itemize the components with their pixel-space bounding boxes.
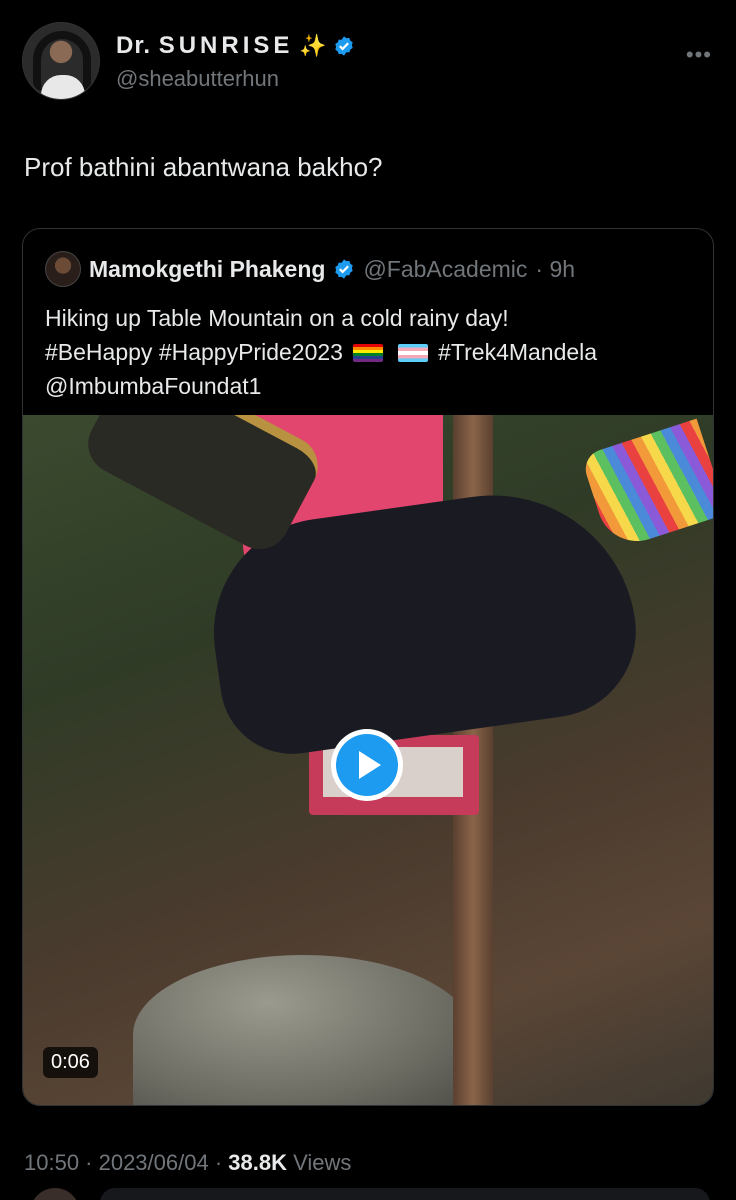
more-options-icon[interactable]: ••• xyxy=(686,42,712,68)
quoted-tweet-header: Mamokgethi Phakeng @FabAcademic · 9h xyxy=(45,251,575,287)
tweet-timestamp[interactable]: 10:50 · 2023/06/04 · xyxy=(24,1150,222,1175)
quoted-author-handle[interactable]: @FabAcademic xyxy=(363,256,527,283)
transgender-flag-icon xyxy=(397,344,428,362)
tweet-header: Dr. SUNRISE ✨ @sheabutterhun ••• xyxy=(22,22,716,102)
verified-badge-icon[interactable] xyxy=(333,258,355,280)
video-scene-rock xyxy=(133,955,473,1105)
author-name-row[interactable]: Dr. SUNRISE ✨ xyxy=(116,32,355,60)
quoted-tweet-age: · 9h xyxy=(535,255,576,282)
hashtag-link[interactable]: #Trek4Mandela xyxy=(438,339,597,365)
play-button[interactable] xyxy=(331,729,403,801)
quoted-author-name[interactable]: Mamokgethi Phakeng xyxy=(89,256,325,283)
verified-badge-icon[interactable] xyxy=(333,35,355,57)
quoted-text-line-2: #BeHappy #HappyPride2023 #Trek4Mandela xyxy=(45,335,705,369)
author-display-name[interactable]: Dr. SUNRISE xyxy=(116,32,293,60)
play-icon xyxy=(359,751,381,779)
rainbow-flag-icon xyxy=(353,344,384,362)
tweet-meta: 10:50 · 2023/06/04 · 38.8K Views xyxy=(24,1150,351,1176)
reply-avatar xyxy=(30,1188,80,1200)
hashtag-link[interactable]: #BeHappy xyxy=(45,339,152,365)
tweet-text: Prof bathini abantwana bakho? xyxy=(24,152,383,182)
video-duration: 0:06 xyxy=(43,1047,98,1078)
views-label: Views xyxy=(293,1150,352,1175)
quoted-tweet-text: Hiking up Table Mountain on a cold rainy… xyxy=(45,301,705,403)
reply-input[interactable] xyxy=(100,1188,710,1200)
author-handle[interactable]: @sheabutterhun xyxy=(116,66,279,92)
author-avatar[interactable] xyxy=(22,22,100,100)
quoted-tweet[interactable]: Mamokgethi Phakeng @FabAcademic · 9h Hik… xyxy=(22,228,714,1106)
video-scene-rainbow-sock xyxy=(580,418,713,552)
video-player[interactable]: 0:06 xyxy=(23,415,713,1105)
mention-link[interactable]: @ImbumbaFoundat1 xyxy=(45,369,705,403)
quoted-text-line-1: Hiking up Table Mountain on a cold rainy… xyxy=(45,305,509,331)
views-count[interactable]: 38.8K xyxy=(228,1150,287,1175)
sparkle-icon: ✨ xyxy=(299,33,327,58)
play-button-circle xyxy=(336,734,398,796)
quoted-author-avatar[interactable] xyxy=(45,251,81,287)
hashtag-link[interactable]: #HappyPride2023 xyxy=(159,339,343,365)
